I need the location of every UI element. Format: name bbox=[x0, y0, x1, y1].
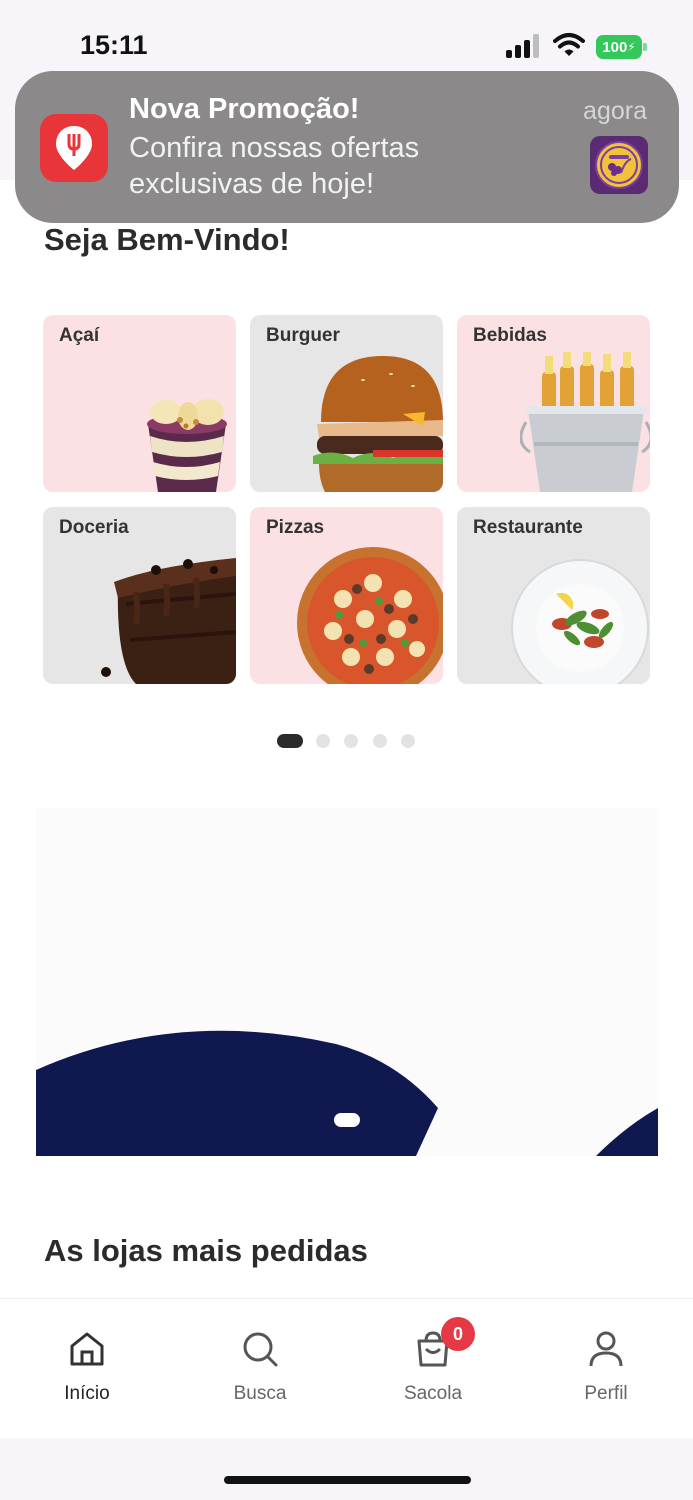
category-acai[interactable]: Açaí bbox=[43, 315, 236, 492]
home-icon bbox=[70, 1332, 104, 1366]
notification-time: agora bbox=[583, 97, 647, 125]
pizza-image bbox=[297, 547, 443, 684]
brownie-image bbox=[101, 558, 236, 684]
search-icon bbox=[243, 1332, 278, 1367]
page-dot[interactable] bbox=[373, 734, 387, 748]
category-restaurante[interactable]: Restaurante bbox=[457, 507, 650, 684]
salad-plate-image bbox=[511, 559, 649, 684]
push-notification[interactable]: Nova Promoção! Confira nossas ofertas ex… bbox=[15, 71, 679, 223]
cellular-signal-icon bbox=[506, 34, 542, 58]
notification-title: Nova Promoção! bbox=[129, 93, 360, 125]
category-label: Açaí bbox=[59, 325, 100, 346]
category-pizzas[interactable]: Pizzas bbox=[250, 507, 443, 684]
nav-label: Sacola bbox=[403, 1383, 463, 1404]
nav-label: Início bbox=[64, 1383, 110, 1404]
category-label: Pizzas bbox=[266, 517, 325, 538]
nav-label: Busca bbox=[233, 1383, 287, 1404]
cart-count-badge: 0 bbox=[441, 1317, 475, 1351]
battery-level: 100 bbox=[602, 38, 628, 56]
category-label: Burguer bbox=[266, 325, 340, 346]
category-grid: Açaí Burguer Bebidas Doceria Pizzas Rest… bbox=[43, 315, 650, 685]
wifi-icon bbox=[553, 33, 585, 56]
category-bebidas[interactable]: Bebidas bbox=[457, 315, 650, 492]
category-label: Doceria bbox=[59, 517, 129, 538]
location-pin-icon bbox=[40, 114, 108, 182]
category-label: Bebidas bbox=[473, 325, 547, 346]
category-burguer[interactable]: Burguer bbox=[250, 315, 443, 492]
home-indicator-area bbox=[0, 1438, 693, 1500]
page-dot[interactable] bbox=[344, 734, 358, 748]
promo-banner[interactable] bbox=[36, 808, 658, 1156]
battery-icon: 100 ⚡ bbox=[596, 35, 648, 59]
status-time: 15:11 bbox=[80, 30, 148, 60]
category-doceria[interactable]: Doceria bbox=[43, 507, 236, 684]
section-title: As lojas mais pedidas bbox=[44, 1233, 368, 1268]
page-dot[interactable] bbox=[316, 734, 330, 748]
category-label: Restaurante bbox=[473, 517, 583, 538]
banner-pagination-dot bbox=[334, 1113, 360, 1127]
nav-sacola[interactable]: 0 Sacola bbox=[373, 1317, 493, 1405]
nav-label: Perfil bbox=[584, 1383, 628, 1404]
home-indicator[interactable] bbox=[224, 1476, 471, 1484]
bottom-navigation: Início Busca 0 Sacola Perfil bbox=[0, 1298, 693, 1438]
welcome-heading: Seja Bem-Vindo! bbox=[44, 222, 290, 257]
banner-artwork bbox=[36, 1030, 658, 1156]
acai-da-lidi-logo bbox=[590, 136, 648, 194]
page-dot[interactable] bbox=[401, 734, 415, 748]
beer-bucket-image bbox=[520, 352, 650, 492]
notification-body: Confira nossas ofertas exclusivas de hoj… bbox=[129, 132, 420, 200]
burger-image bbox=[313, 356, 443, 492]
nav-busca[interactable]: Busca bbox=[200, 1329, 320, 1405]
page-dot-active[interactable] bbox=[277, 734, 303, 748]
nav-inicio[interactable]: Início bbox=[27, 1329, 147, 1405]
nav-perfil[interactable]: Perfil bbox=[546, 1329, 666, 1405]
user-icon bbox=[589, 1331, 623, 1367]
acai-cup-image bbox=[147, 399, 227, 492]
